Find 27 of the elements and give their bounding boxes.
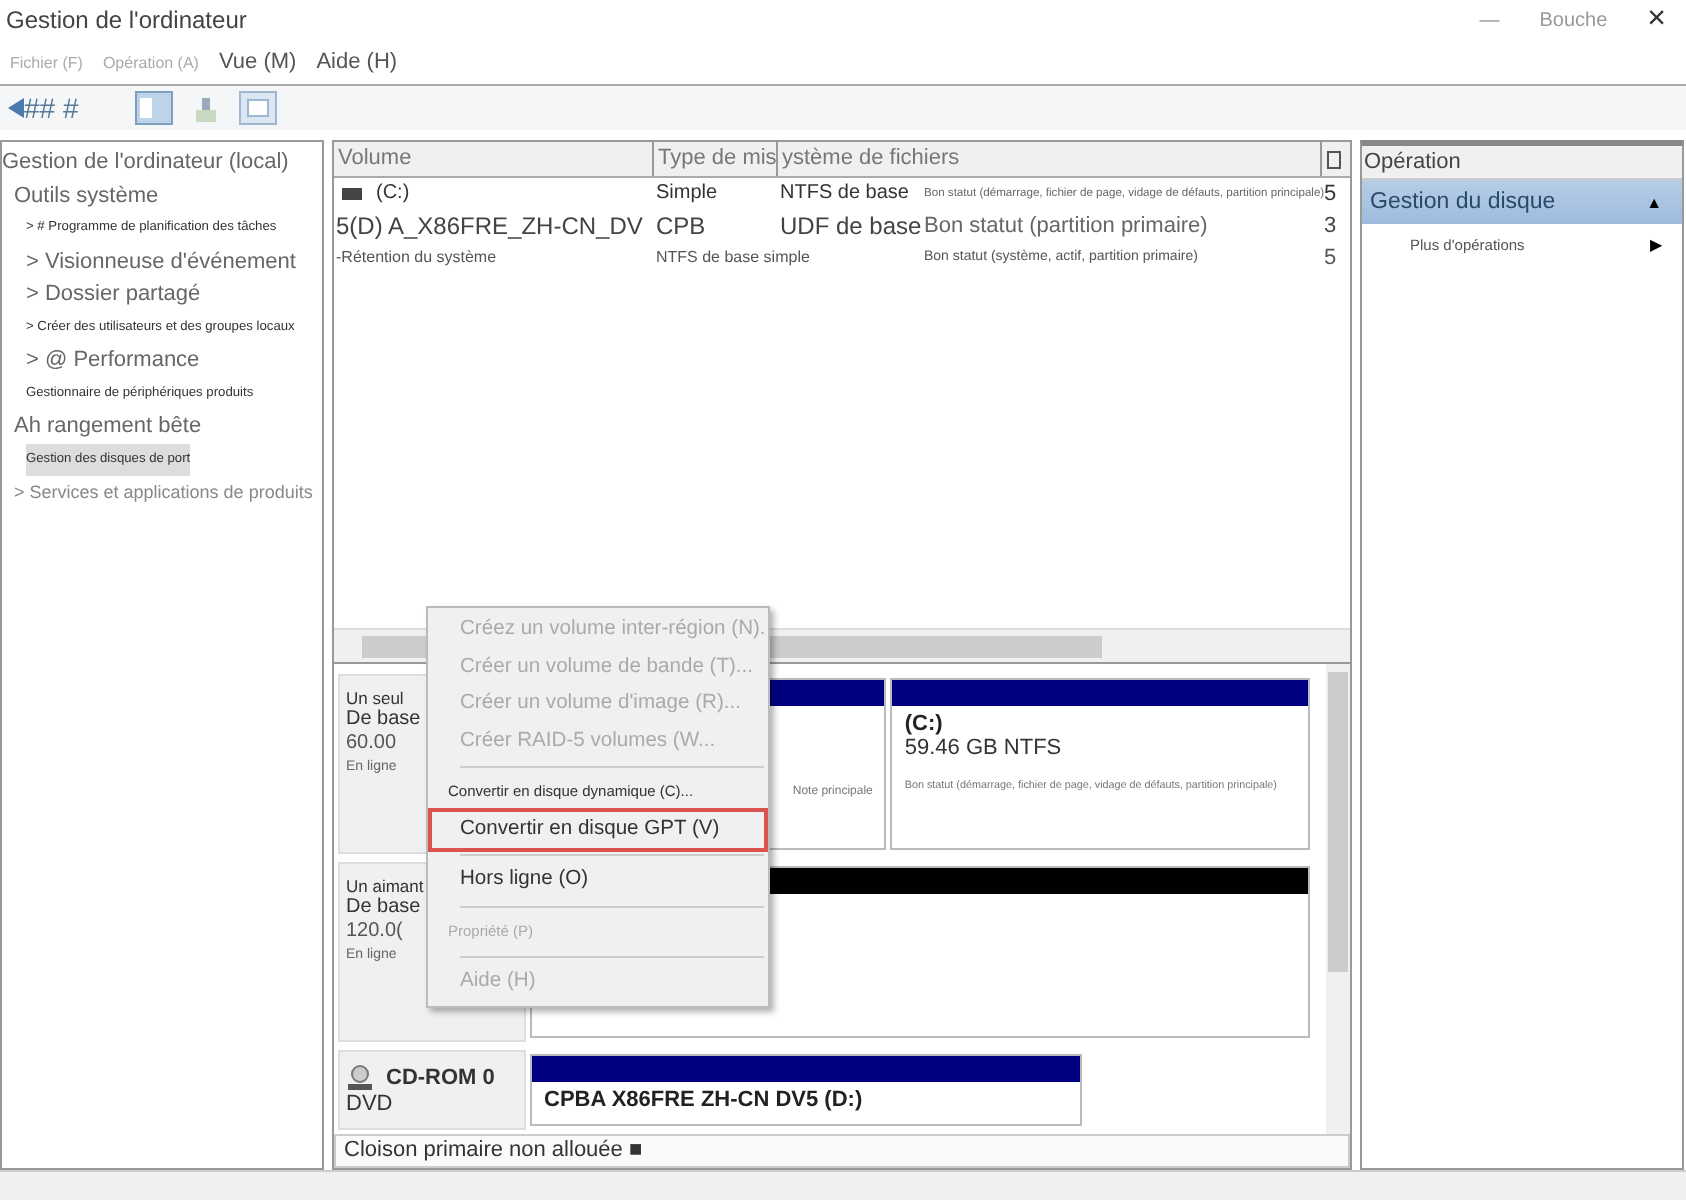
table-cell-text: 3	[1322, 212, 1339, 242]
disk-info: De base	[346, 896, 421, 920]
disk-info: 60.00	[346, 732, 397, 756]
disk-name: CD-ROM 0	[386, 1066, 495, 1090]
table-cell-text: (C:)	[374, 180, 410, 208]
table-cell-text: 5	[1324, 180, 1339, 210]
disk-name: Un aimant	[346, 876, 424, 896]
table-cell-text: -Rétention du système	[334, 246, 499, 270]
window-title: Gestion de l'ordinateur	[6, 6, 249, 34]
partition-title: (C:)	[904, 712, 945, 736]
disk-info: DVD	[346, 1092, 393, 1116]
disk-info: 120.0(	[346, 920, 403, 944]
table-cell-text: NTFS de base simple	[654, 246, 812, 270]
table-cell: UDF de base	[778, 210, 922, 242]
table-cell-text: Simple	[654, 180, 720, 208]
partition-title: CPBA X86FRE ZH-CN DV5 (D:)	[544, 1088, 865, 1112]
table-cell-text: 5	[1322, 244, 1339, 274]
table-cell-text: 5(D) A_X86FRE_ZH-CN_DV	[334, 210, 645, 242]
disk-name: Un seul	[346, 688, 404, 708]
partition-info: 59.46 GB NTFS	[904, 736, 1064, 760]
table-cell-text: CPB	[654, 210, 708, 242]
table-cell-text: NTFS de base	[778, 180, 911, 208]
disk-info: De base	[346, 708, 421, 732]
panel-title: Opération	[1362, 146, 1682, 180]
legend-text: Cloison primaire non allouée ■	[334, 1134, 1350, 1168]
table-cell-text: Bon statut (partition primaire)	[922, 212, 1210, 242]
toolbar-text: ## #	[24, 92, 79, 124]
